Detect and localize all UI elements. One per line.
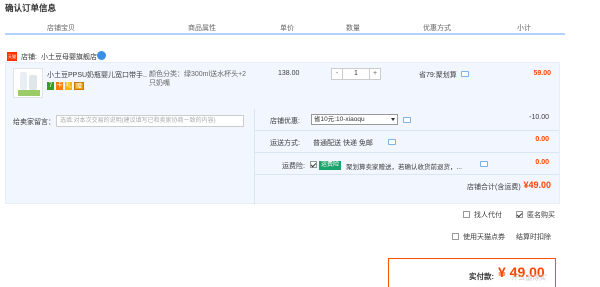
message-label: 给卖家留言：	[13, 119, 55, 126]
insurance-badge: 运费险	[319, 161, 342, 170]
coupon-selected-value: 省10元:10-xiaoqu	[314, 116, 365, 123]
chevron-down-icon	[391, 118, 395, 121]
pay-for-me-label: 找人代付	[474, 212, 502, 219]
column-promo: 优惠方式	[423, 25, 451, 32]
shipping-info-icon[interactable]	[388, 139, 396, 145]
insurance-checkbox[interactable]	[310, 161, 317, 168]
item-row: 小土豆PPSU奶瓶婴儿宽口带手... 7 卡 礼 赠 颜色分类：绿300ml送水…	[6, 63, 561, 105]
qty-plus-button[interactable]: +	[369, 69, 380, 79]
attr-line-2: 只奶嘴	[149, 80, 170, 87]
shop-total-value: ¥49.00	[523, 180, 551, 190]
divider	[254, 174, 559, 175]
shop-name-link[interactable]: 小土豆母婴旗舰店	[41, 52, 97, 62]
quantity-stepper: - 1 +	[331, 68, 381, 80]
attr-line-1: 颜色分类：绿300ml送水杯头+2	[149, 71, 247, 78]
shipping-amount: 0.00	[535, 136, 549, 143]
column-subtotal: 小计	[517, 25, 531, 32]
credit-card-icon: 卡	[56, 82, 63, 90]
order-panel: 小土豆PPSU奶瓶婴儿宽口带手... 7 卡 礼 赠 颜色分类：绿300ml送水…	[5, 62, 561, 205]
insurance-label: 运费险:	[282, 163, 305, 170]
item-subtotal: 59.00	[533, 70, 551, 77]
divider	[254, 152, 559, 153]
column-qty: 数量	[346, 25, 360, 32]
gift-bonus-icon: 赠	[74, 82, 84, 90]
insurance-info-icon[interactable]	[480, 161, 488, 167]
shop-total-label: 店铺合计(含运费)	[467, 184, 521, 191]
column-header: 店铺宝贝 商品属性 单价 数量 优惠方式 小计	[5, 19, 565, 35]
product-attributes: 颜色分类：绿300ml送水杯头+2 只奶嘴	[149, 70, 259, 88]
coupon-amount: -10.00	[529, 114, 549, 121]
coupon-label: 店铺优惠:	[270, 118, 300, 125]
product-thumbnail[interactable]	[13, 68, 43, 98]
tmall-points-label: 使用天猫点券	[463, 234, 505, 241]
qty-minus-button[interactable]: -	[332, 69, 343, 79]
insurance-description: 聚划算卖家赠送，若确认收货前退货，...	[346, 164, 462, 171]
anonymous-label: 匿名购买	[527, 212, 555, 219]
page-title: 确认订单信息	[5, 3, 57, 13]
promo-info-icon[interactable]	[461, 71, 469, 77]
product-title-link[interactable]: 小土豆PPSU奶瓶婴儿宽口带手...	[47, 70, 147, 80]
divider	[254, 109, 255, 205]
watermark: 什么值得买	[511, 275, 546, 282]
coupon-info-icon[interactable]	[403, 117, 411, 123]
grand-total-label: 实付款:	[469, 272, 494, 281]
shipping-label: 运送方式:	[270, 140, 300, 147]
wangwang-chat-icon[interactable]	[97, 51, 106, 60]
coupon-select[interactable]: 省10元:10-xiaoqu	[311, 114, 398, 125]
tmall-icon: 天猫	[7, 52, 17, 61]
shop-label: 店铺:	[21, 54, 37, 61]
column-price: 单价	[280, 25, 294, 32]
anonymous-checkbox[interactable]	[516, 211, 523, 218]
divider	[254, 130, 559, 131]
settle-deduct-label: 结算时扣除	[516, 234, 551, 241]
promo-method: 省79:聚划算	[419, 72, 457, 79]
pay-for-me-checkbox[interactable]	[463, 211, 470, 218]
gift-icon: 礼	[65, 82, 72, 90]
tmall-points-checkbox[interactable]	[452, 233, 459, 240]
qty-input[interactable]: 1	[343, 69, 369, 79]
message-input[interactable]: 选填:对本次交易的说明(建议填写已和卖家协商一致的内容)	[56, 115, 244, 127]
column-item: 店铺宝贝	[47, 25, 75, 32]
column-attr: 商品属性	[188, 25, 216, 32]
seven-day-return-icon: 7	[47, 82, 54, 90]
insurance-amount: 0.00	[535, 159, 549, 166]
shipping-method: 普通配送 快递 免邮	[313, 140, 373, 147]
unit-price: 138.00	[278, 70, 300, 77]
